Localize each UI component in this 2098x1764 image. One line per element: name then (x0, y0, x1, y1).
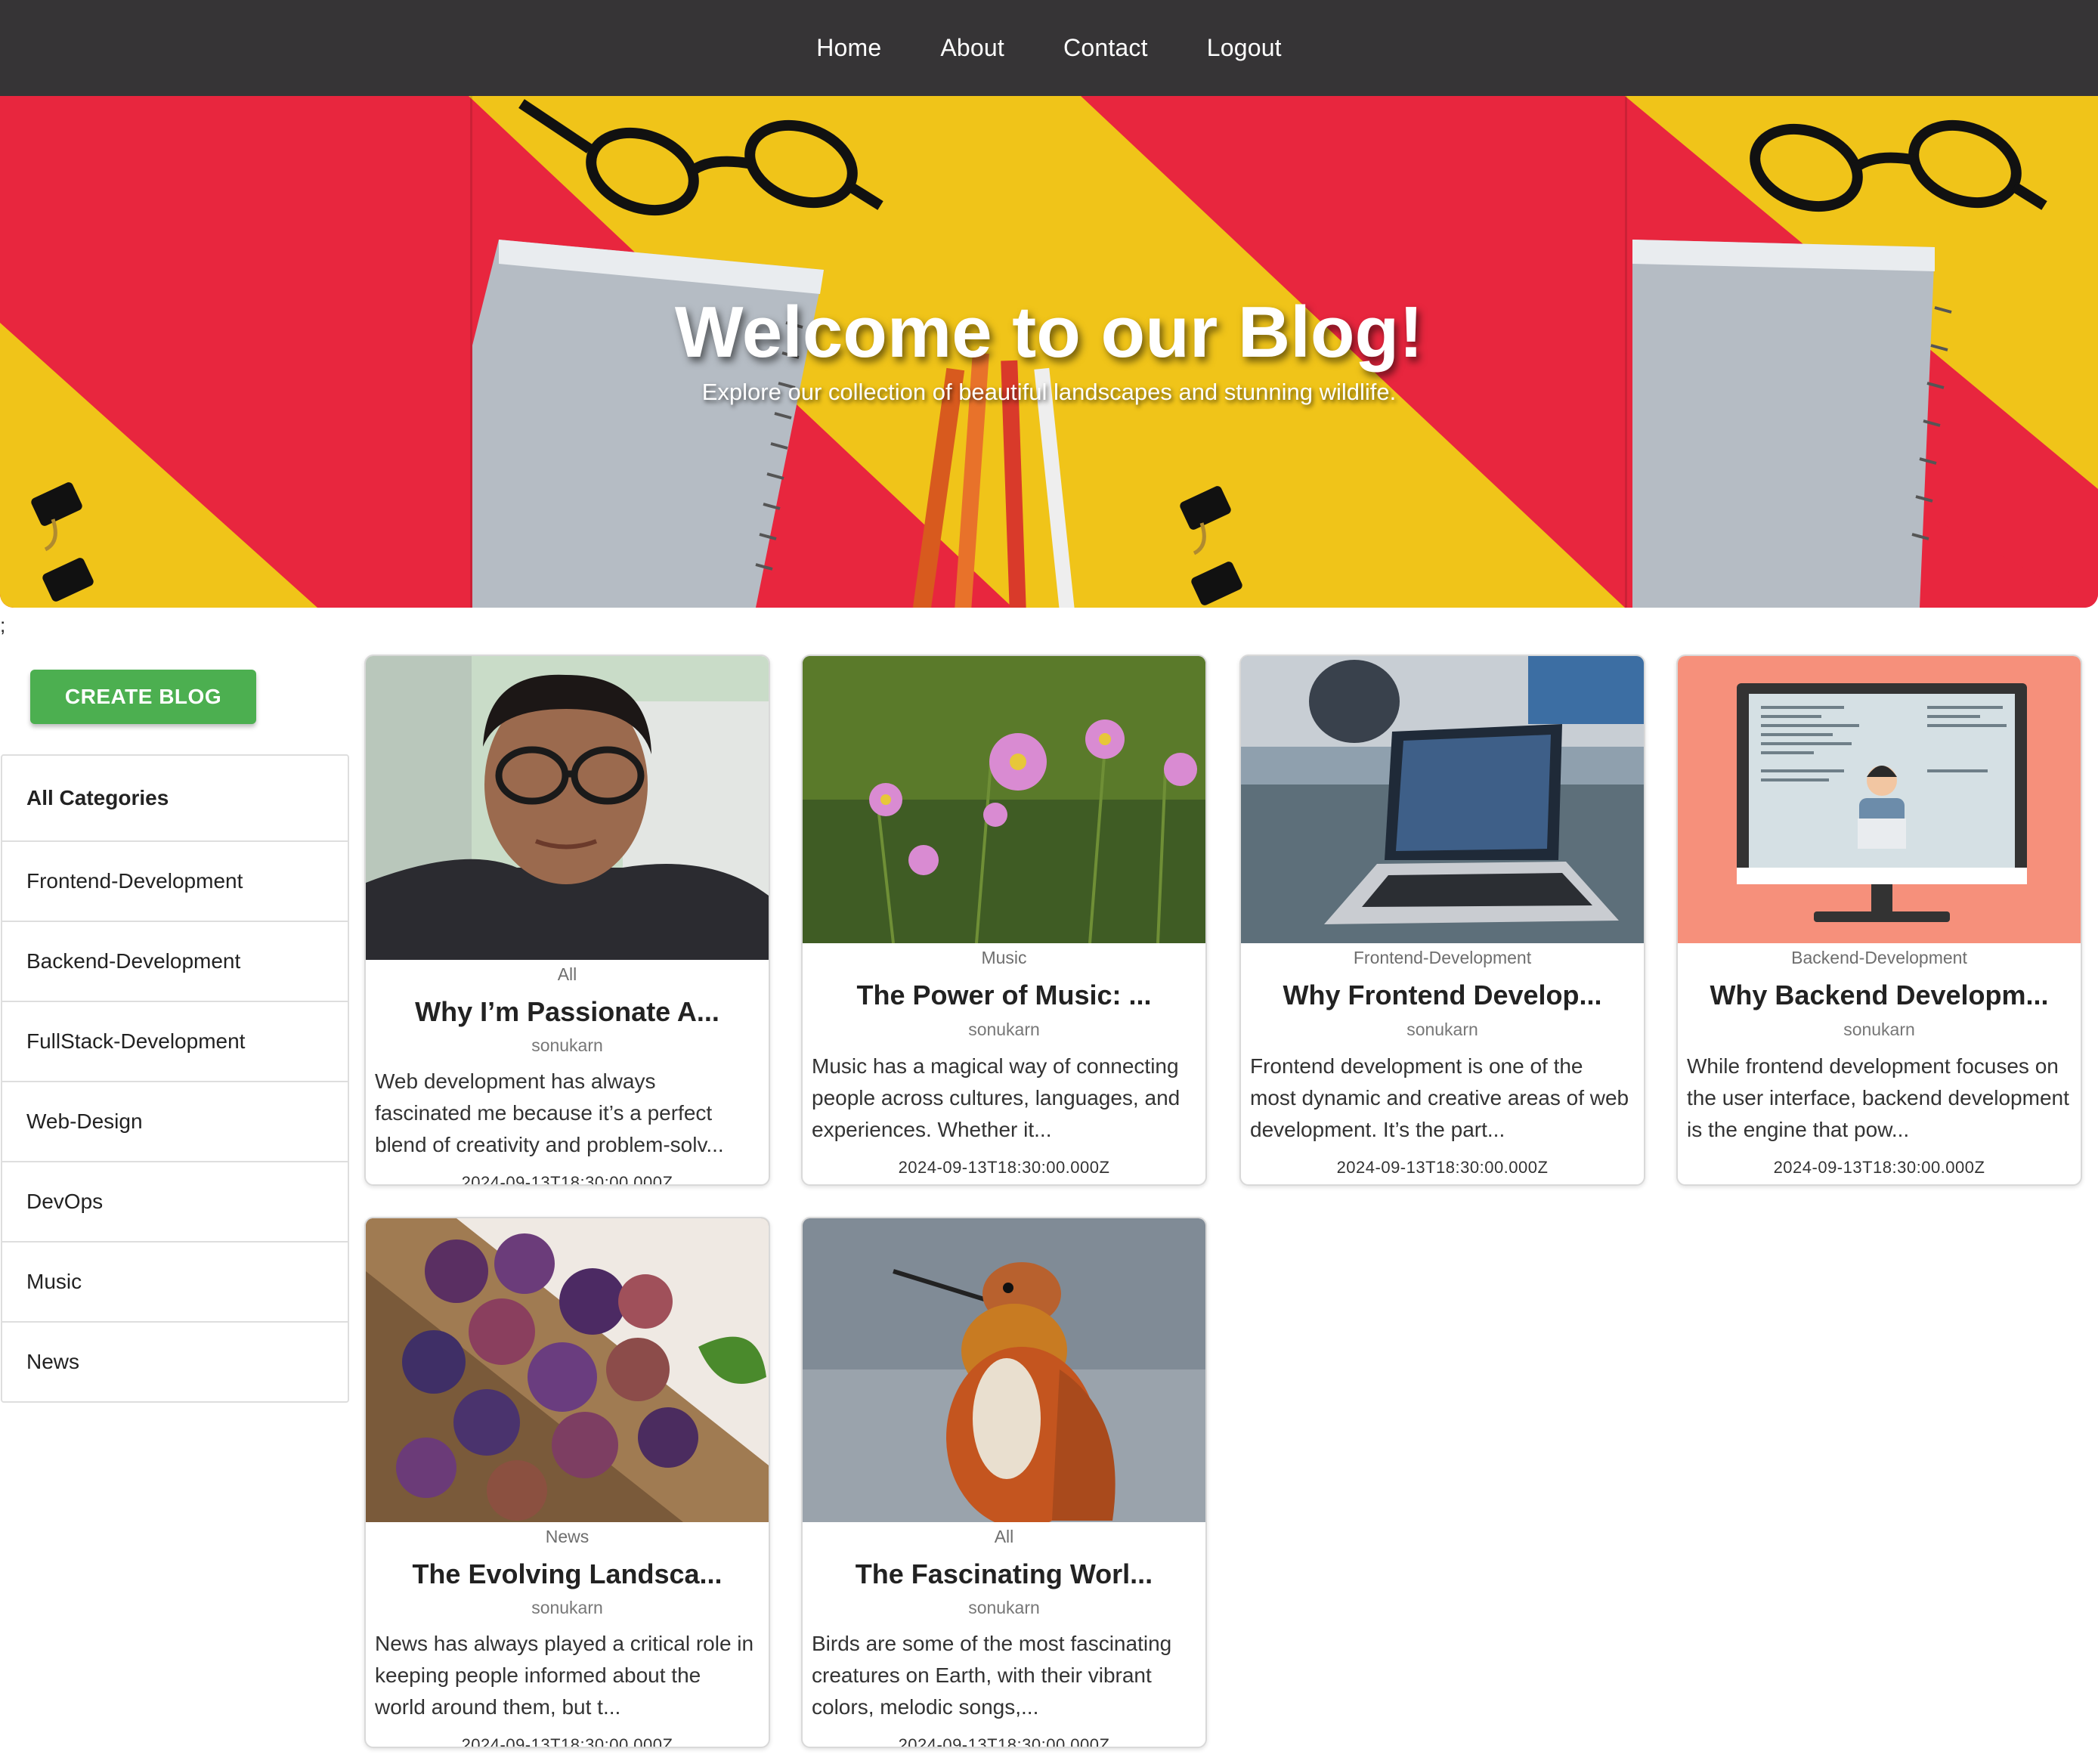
monitor-illustration-icon (1678, 656, 2081, 943)
card-description: News has always played a critical role i… (366, 1628, 769, 1723)
category-item-backend[interactable]: Backend-Development (2, 921, 348, 1001)
card-author: sonukarn (968, 1598, 1040, 1617)
card-description: Birds are some of the most fascinating c… (803, 1628, 1205, 1723)
card-desc-line: Frontend development is one of the (1250, 1054, 1583, 1078)
card-author: sonukarn (531, 1598, 603, 1617)
card-desc-line: world around them, but t... (375, 1695, 621, 1719)
card-desc-line: fascinated me because it’s a perfect (375, 1101, 713, 1125)
card-category: Music (981, 948, 1027, 967)
card-desc-line: development. It’s the part... (1250, 1118, 1505, 1141)
category-item-news[interactable]: News (2, 1321, 348, 1401)
card-desc-line: is the engine that pow... (1687, 1118, 1910, 1141)
card-category: News (545, 1527, 589, 1546)
card-desc-line: colors, melodic songs,... (812, 1695, 1039, 1719)
card-date: 2024-09-13T18:30:00.000Z (461, 1735, 673, 1748)
card-desc-line: Birds are some of the most fascinating (812, 1632, 1172, 1655)
hummingbird-photo-icon (803, 1218, 1205, 1522)
blog-card[interactable]: News The Evolving Landsca... sonukarn Ne… (364, 1217, 770, 1748)
blog-card[interactable]: All Why I’m Passionate A... sonukarn Web… (364, 655, 770, 1186)
card-desc-line: While frontend development focuses on (1687, 1054, 2059, 1078)
card-desc-line: Music has a magical way of connecting (812, 1054, 1179, 1078)
category-item-music[interactable]: Music (2, 1241, 348, 1321)
nav-logout-link[interactable]: Logout (1177, 34, 1311, 62)
card-desc-line: the user interface, backend development (1687, 1086, 2069, 1109)
card-date: 2024-09-13T18:30:00.000Z (898, 1158, 1110, 1177)
card-date: 2024-09-13T18:30:00.000Z (461, 1173, 673, 1186)
hero-title: Welcome to our Blog! (674, 292, 1424, 373)
nav-contact-link[interactable]: Contact (1034, 34, 1177, 62)
card-desc-line: people across cultures, languages, and (812, 1086, 1181, 1109)
category-item-devops[interactable]: DevOps (2, 1161, 348, 1241)
category-item-web-design[interactable]: Web-Design (2, 1081, 348, 1161)
blog-card[interactable]: Frontend-Development Why Frontend Develo… (1239, 655, 1645, 1186)
card-category: All (557, 964, 577, 984)
card-desc-line: keeping people informed about the (375, 1663, 701, 1687)
card-desc-line: creatures on Earth, with their vibrant (812, 1663, 1152, 1687)
card-author: sonukarn (531, 1035, 603, 1055)
card-author: sonukarn (1406, 1020, 1478, 1039)
blog-card[interactable]: All The Fascinating Worl... sonukarn Bir… (801, 1217, 1207, 1748)
person-photo-icon (366, 656, 769, 960)
category-list: All Categories Frontend-Development Back… (1, 754, 349, 1403)
blog-card[interactable]: Music The Power of Music: ... sonukarn M… (801, 655, 1207, 1186)
nav-about-link[interactable]: About (911, 34, 1034, 62)
card-description: Frontend development is one of the most … (1241, 1051, 1644, 1146)
card-date: 2024-09-13T18:30:00.000Z (898, 1735, 1110, 1748)
card-category: All (994, 1527, 1014, 1546)
card-title[interactable]: The Evolving Landsca... (366, 1558, 769, 1590)
card-desc-line: experiences. Whether it... (812, 1118, 1052, 1141)
card-title[interactable]: Why Frontend Develop... (1241, 979, 1644, 1011)
card-category: Frontend-Development (1353, 948, 1532, 967)
top-navbar: Home About Contact Logout (0, 0, 2098, 96)
card-desc-line: News has always played a critical role i… (375, 1632, 754, 1655)
stray-text: ; (0, 614, 6, 636)
card-date: 2024-09-13T18:30:00.000Z (1773, 1158, 1985, 1177)
card-description: Web development has always fascinated me… (366, 1066, 769, 1161)
card-description: Music has a magical way of connecting pe… (803, 1051, 1205, 1146)
card-description: While frontend development focuses on th… (1678, 1051, 2081, 1146)
nav-links: Home About Contact Logout (787, 34, 1311, 62)
card-title[interactable]: Why I’m Passionate A... (366, 996, 769, 1028)
flowers-photo-icon (803, 656, 1205, 943)
card-desc-line: blend of creativity and problem-solv... (375, 1133, 724, 1156)
card-title[interactable]: The Power of Music: ... (803, 979, 1205, 1011)
blog-card[interactable]: Backend-Development Why Backend Developm… (1676, 655, 2082, 1186)
card-title[interactable]: Why Backend Developm... (1678, 979, 2081, 1011)
category-item-frontend[interactable]: Frontend-Development (2, 840, 348, 921)
plums-photo-icon (366, 1218, 769, 1522)
hero-banner: Welcome to our Blog! Explore our collect… (0, 96, 2098, 608)
create-blog-button[interactable]: CREATE BLOG (30, 670, 256, 724)
laptop-photo-icon (1241, 656, 1644, 943)
card-desc-line: Web development has always (375, 1069, 656, 1093)
nav-home-link[interactable]: Home (787, 34, 911, 62)
card-category: Backend-Development (1791, 948, 1967, 967)
card-author: sonukarn (968, 1020, 1040, 1039)
card-desc-line: most dynamic and creative areas of web (1250, 1086, 1629, 1109)
card-author: sonukarn (1843, 1020, 1915, 1039)
card-date: 2024-09-13T18:30:00.000Z (1336, 1158, 1549, 1177)
category-item-all[interactable]: All Categories (2, 756, 348, 840)
category-item-fullstack[interactable]: FullStack-Development (2, 1001, 348, 1081)
card-title[interactable]: The Fascinating Worl... (803, 1558, 1205, 1590)
hero-subtitle: Explore our collection of beautiful land… (701, 379, 1397, 405)
